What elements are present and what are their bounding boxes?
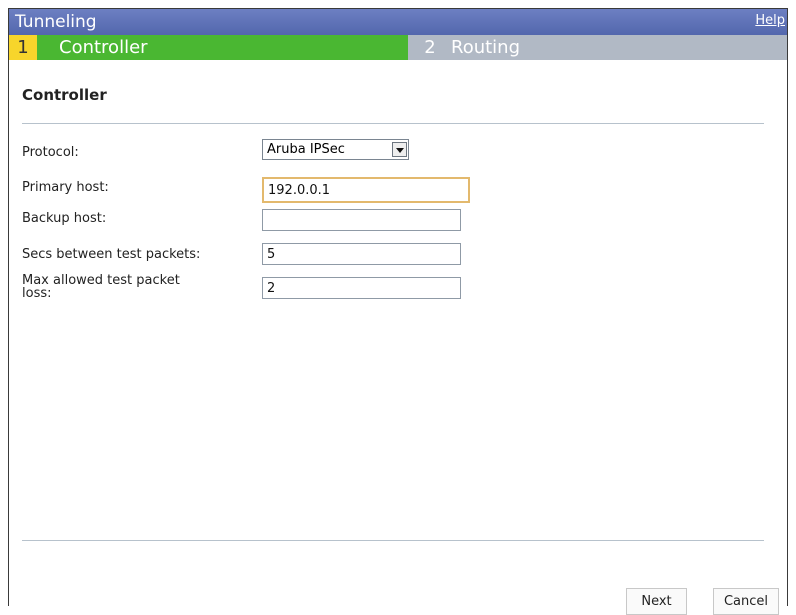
primary-host-input[interactable] <box>262 177 470 203</box>
section-title: Controller <box>22 86 107 104</box>
tunneling-dialog: Tunneling Help 1 Controller 2 Routing <box>8 8 788 606</box>
secs-between-input[interactable] <box>262 243 461 265</box>
wizard-steps: 1 Controller 2 Routing <box>9 35 787 60</box>
step-2-number: 2 <box>424 37 436 58</box>
help-link[interactable]: Help <box>755 13 785 28</box>
max-loss-input[interactable] <box>262 277 461 299</box>
chevron-down-icon[interactable] <box>392 142 407 157</box>
cancel-button[interactable]: Cancel <box>713 588 779 615</box>
max-loss-label-line2: loss: <box>22 286 52 301</box>
backup-host-label: Backup host: <box>22 211 107 226</box>
backup-host-input[interactable] <box>262 209 461 231</box>
footer-divider <box>22 540 764 541</box>
dialog-title: Tunneling <box>15 12 97 32</box>
next-button[interactable]: Next <box>626 588 687 615</box>
protocol-select[interactable]: Aruba IPSec <box>262 139 409 160</box>
protocol-select-value: Aruba IPSec <box>267 142 345 157</box>
step-routing-tab[interactable]: Routing <box>451 35 520 60</box>
step-controller-tab[interactable]: Controller <box>37 35 408 60</box>
primary-host-label: Primary host: <box>22 180 109 195</box>
max-loss-label: Max allowed test packet loss: <box>22 274 180 300</box>
secs-between-label: Secs between test packets: <box>22 247 201 262</box>
protocol-label: Protocol: <box>22 145 79 160</box>
section-divider <box>22 123 764 124</box>
title-bar: Tunneling Help <box>9 9 787 35</box>
step-1-number: 1 <box>9 35 37 60</box>
